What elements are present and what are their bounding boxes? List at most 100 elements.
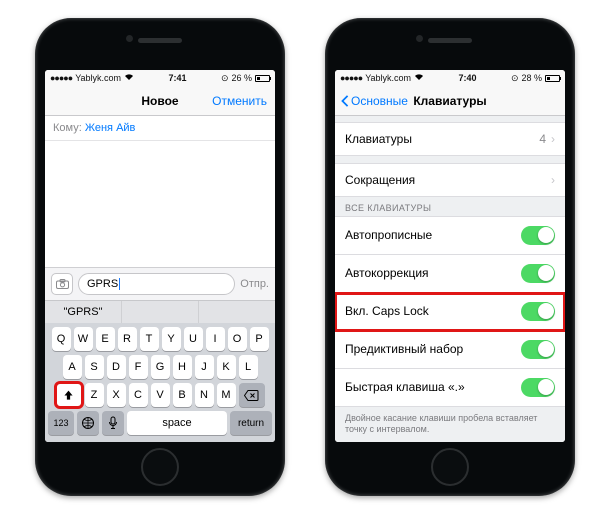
battery-pct: 26 %	[231, 73, 252, 83]
key-m[interactable]: M	[217, 383, 236, 407]
status-bar: ●●●●● Yablyk.com 7:41 ⊙ 26 %	[45, 70, 275, 86]
home-button[interactable]	[431, 448, 469, 486]
row-auto-corr-label: Автокоррекция	[345, 266, 429, 280]
status-bar: ●●●●● Yablyk.com 7:40 ⊙ 28 %	[335, 70, 565, 86]
key-x[interactable]: X	[107, 383, 126, 407]
key-y[interactable]: Y	[162, 327, 181, 351]
switch-quick-period[interactable]	[521, 378, 555, 397]
key-u[interactable]: U	[184, 327, 203, 351]
switch-caps-lock[interactable]	[521, 302, 555, 321]
alarm-icon: ⊙	[221, 73, 229, 84]
predictive-bar: "GPRS"	[45, 300, 275, 323]
key-c[interactable]: C	[129, 383, 148, 407]
key-e[interactable]: E	[96, 327, 115, 351]
to-field[interactable]: Кому: Женя Айв	[45, 116, 275, 141]
row-auto-corr: Автокоррекция	[335, 255, 565, 293]
mic-key[interactable]	[102, 411, 124, 435]
predictive-1[interactable]: "GPRS"	[45, 301, 122, 323]
battery-pct: 28 %	[521, 73, 542, 83]
nav-bar: Новое Отменить	[45, 86, 275, 116]
chevron-left-icon	[340, 95, 350, 107]
switch-auto-cap[interactable]	[521, 226, 555, 245]
iphone-left: ●●●●● Yablyk.com 7:41 ⊙ 26 % Новое Отмен…	[35, 18, 285, 496]
wifi-icon	[124, 73, 134, 83]
switch-auto-corr[interactable]	[521, 264, 555, 283]
key-d[interactable]: D	[107, 355, 126, 379]
key-s[interactable]: S	[85, 355, 104, 379]
kbd-row-3: Z X C V B N M	[48, 383, 272, 407]
key-g[interactable]: G	[151, 355, 170, 379]
key-w[interactable]: W	[74, 327, 93, 351]
camera-button[interactable]	[51, 273, 73, 295]
row-shortcuts[interactable]: Сокращения ›	[335, 163, 565, 197]
signal-icon: ●●●●●	[50, 73, 72, 83]
row-predictive: Предиктивный набор	[335, 331, 565, 369]
predictive-3[interactable]	[199, 301, 275, 323]
key-k[interactable]: K	[217, 355, 236, 379]
clock-label: 7:41	[134, 73, 221, 83]
kbd-row-1: Q W E R T Y U I O P	[48, 327, 272, 351]
numbers-key[interactable]: 123	[48, 411, 74, 435]
key-p[interactable]: P	[250, 327, 269, 351]
key-q[interactable]: Q	[52, 327, 71, 351]
battery-icon	[255, 75, 270, 82]
row-auto-cap-label: Автопрописные	[345, 228, 432, 242]
battery-icon	[545, 75, 560, 82]
iphone-right: ●●●●● Yablyk.com 7:40 ⊙ 28 % Основные Кл…	[325, 18, 575, 496]
kbd-row-4: 123 space return	[48, 411, 272, 435]
back-button[interactable]: Основные	[340, 94, 408, 108]
row-keyboards[interactable]: Клавиатуры 4 ›	[335, 122, 565, 156]
key-f[interactable]: F	[129, 355, 148, 379]
clock-label: 7:40	[424, 73, 511, 83]
footer-note: Двойное касание клавиши пробела вставляе…	[335, 407, 565, 442]
chevron-right-icon: ›	[551, 173, 555, 187]
carrier-label: Yablyk.com	[75, 73, 121, 83]
key-a[interactable]: A	[63, 355, 82, 379]
kbd-row-2: A S D F G H J K L	[48, 355, 272, 379]
send-button[interactable]: Отпр.	[240, 278, 269, 290]
key-o[interactable]: O	[228, 327, 247, 351]
key-n[interactable]: N	[195, 383, 214, 407]
keyboard: Q W E R T Y U I O P A S D F G H	[45, 323, 275, 442]
page-title: Новое	[141, 94, 178, 108]
alarm-icon: ⊙	[511, 73, 519, 84]
group-header: ВСЕ КЛАВИАТУРЫ	[335, 197, 565, 216]
key-z[interactable]: Z	[85, 383, 104, 407]
to-value: Женя Айв	[85, 122, 136, 134]
screen-settings: ●●●●● Yablyk.com 7:40 ⊙ 28 % Основные Кл…	[335, 70, 565, 442]
back-label: Основные	[351, 94, 408, 108]
predictive-2[interactable]	[122, 301, 199, 323]
key-h[interactable]: H	[173, 355, 192, 379]
key-r[interactable]: R	[118, 327, 137, 351]
key-l[interactable]: L	[239, 355, 258, 379]
row-caps-lock: Вкл. Caps Lock	[335, 293, 565, 331]
key-j[interactable]: J	[195, 355, 214, 379]
key-v[interactable]: V	[151, 383, 170, 407]
row-auto-cap: Автопрописные	[335, 216, 565, 255]
row-keyboards-label: Клавиатуры	[345, 132, 412, 146]
space-key[interactable]: space	[127, 411, 227, 435]
row-keyboards-value: 4	[539, 132, 546, 146]
row-caps-lock-label: Вкл. Caps Lock	[345, 304, 429, 318]
nav-bar: Основные Клавиатуры	[335, 86, 565, 116]
backspace-key[interactable]	[239, 383, 265, 407]
settings-list: Клавиатуры 4 › Сокращения › ВСЕ КЛАВИАТУ…	[335, 116, 565, 442]
return-key[interactable]: return	[230, 411, 272, 435]
to-label: Кому:	[53, 122, 82, 134]
home-button[interactable]	[141, 448, 179, 486]
switch-predictive[interactable]	[521, 340, 555, 359]
page-title: Клавиатуры	[413, 94, 486, 108]
shift-key[interactable]	[56, 383, 82, 407]
message-body[interactable]	[45, 141, 275, 267]
message-bar: GPRS Отпр.	[45, 267, 275, 300]
globe-key[interactable]	[77, 411, 99, 435]
cancel-button[interactable]: Отменить	[212, 94, 267, 108]
key-i[interactable]: I	[206, 327, 225, 351]
row-predictive-label: Предиктивный набор	[345, 342, 463, 356]
carrier-label: Yablyk.com	[365, 73, 411, 83]
key-t[interactable]: T	[140, 327, 159, 351]
key-b[interactable]: B	[173, 383, 192, 407]
chevron-right-icon: ›	[551, 132, 555, 146]
message-input[interactable]: GPRS	[78, 273, 235, 295]
row-shortcuts-label: Сокращения	[345, 173, 415, 187]
